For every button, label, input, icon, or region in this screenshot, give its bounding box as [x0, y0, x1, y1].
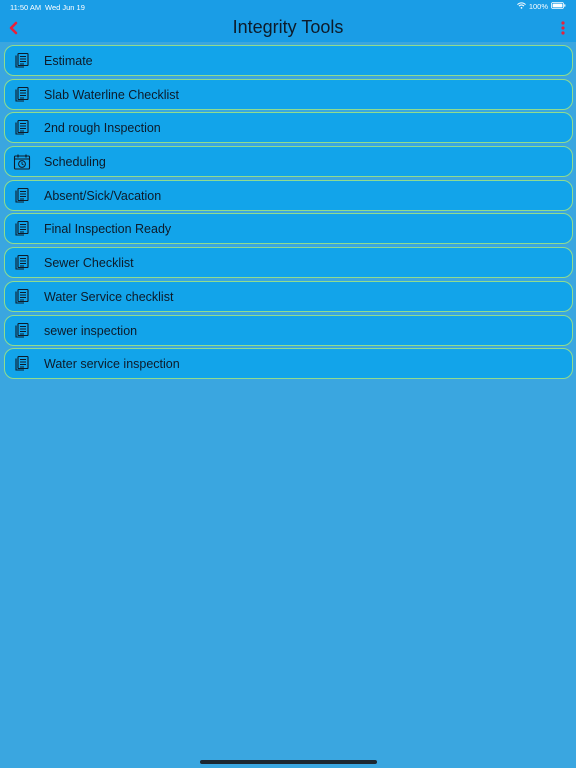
list-item-label: Estimate — [44, 54, 93, 68]
status-bar: 11:50 AM Wed Jun 19 100% — [0, 0, 576, 14]
status-date: Wed Jun 19 — [45, 3, 85, 12]
list-item-label: Absent/Sick/Vacation — [44, 188, 162, 203]
document-list-icon — [13, 254, 31, 272]
more-menu-button[interactable] — [558, 20, 568, 36]
list-item[interactable]: 2nd rough Inspection — [4, 112, 573, 144]
list-item-label: 2nd rough Inspection — [44, 121, 161, 136]
document-list-icon — [13, 322, 31, 340]
document-list-icon — [13, 187, 31, 205]
home-indicator[interactable] — [200, 760, 377, 764]
tools-list: Estimate Slab Waterline Checklist 2nd roug… — [4, 45, 573, 382]
list-item[interactable]: Final Inspection Ready — [4, 213, 573, 245]
battery-percent: 100% — [528, 2, 548, 11]
list-item[interactable]: Absent/Sick/Vacation — [4, 179, 573, 211]
list-item[interactable]: Water service inspection — [4, 348, 573, 380]
list-item-label: Sewer Checklist — [44, 256, 134, 271]
document-list-icon — [13, 52, 31, 70]
list-item[interactable]: Estimate — [4, 45, 573, 76]
more-vertical-icon — [561, 21, 565, 35]
status-indicators: 100% — [516, 2, 566, 11]
list-item[interactable]: Slab Waterline Checklist — [4, 78, 573, 110]
list-item[interactable]: sewer inspection — [4, 314, 573, 346]
app-header: Integrity Tools — [0, 14, 576, 42]
list-item-label: Water Service checklist — [44, 289, 174, 304]
list-item-label: Scheduling — [44, 155, 106, 170]
status-time: 11:50 AM — [10, 3, 42, 12]
list-item[interactable]: Scheduling — [4, 146, 573, 178]
wifi-icon — [516, 2, 526, 11]
list-item-label: Slab Waterline Checklist — [44, 87, 180, 102]
page-title: Integrity Tools — [232, 17, 344, 37]
list-item-label: Water service inspection — [44, 357, 180, 372]
document-list-icon — [13, 119, 31, 137]
list-item-label: Final Inspection Ready — [44, 222, 172, 237]
document-list-icon — [13, 220, 31, 238]
calendar-clock-icon — [13, 153, 31, 171]
list-item[interactable]: Sewer Checklist — [4, 247, 573, 279]
document-list-icon — [13, 355, 31, 373]
list-item-label: sewer inspection — [44, 323, 138, 338]
list-item[interactable]: Water Service checklist — [4, 280, 573, 312]
battery-icon — [551, 2, 566, 11]
document-list-icon — [13, 288, 31, 306]
document-list-icon — [13, 86, 31, 104]
